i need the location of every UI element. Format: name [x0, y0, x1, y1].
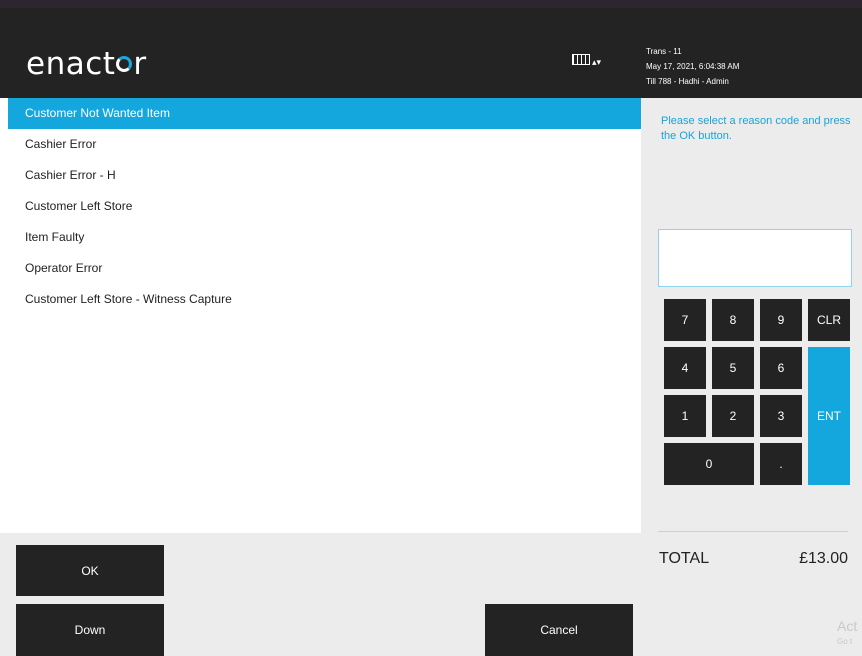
logo-ring-icon [116, 55, 133, 72]
key-2[interactable]: 2 [712, 395, 754, 437]
transaction-number: Trans - 11 [646, 47, 682, 56]
clear-button[interactable]: CLR [808, 299, 850, 341]
watermark-line: Act [837, 618, 858, 634]
watermark-subline: Go t [837, 637, 853, 646]
transaction-info: Trans - 11 May 17, 2021, 6:04:38 AM Till… [646, 44, 739, 89]
header-bar: enact r ▴▾ Trans - 11 May 17, 2021, 6:04:… [0, 8, 862, 98]
total-value: £13.00 [799, 550, 848, 567]
key-decimal[interactable]: . [760, 443, 802, 485]
key-5[interactable]: 5 [712, 347, 754, 389]
side-panel: Please select a reason code and press th… [641, 98, 862, 656]
keyboard-icon[interactable]: ▴▾ [572, 54, 601, 68]
action-bar: OK Down Cancel [0, 533, 641, 656]
key-7[interactable]: 7 [664, 299, 706, 341]
logo-text: enact [26, 46, 116, 82]
list-item[interactable]: Item Faulty [8, 222, 641, 253]
key-4[interactable]: 4 [664, 347, 706, 389]
list-item[interactable]: Cashier Error [8, 129, 641, 160]
enter-button[interactable]: ENT [808, 347, 850, 485]
list-item[interactable]: Cashier Error - H [8, 160, 641, 191]
list-item[interactable]: Customer Left Store - Witness Capture [8, 284, 641, 315]
total-label: TOTAL [659, 550, 710, 567]
key-1[interactable]: 1 [664, 395, 706, 437]
reason-code-list: Customer Not Wanted Item Cashier Error C… [8, 98, 641, 315]
transaction-datetime: May 17, 2021, 6:04:38 AM [646, 62, 740, 71]
down-button[interactable]: Down [16, 604, 164, 656]
key-0[interactable]: 0 [664, 443, 754, 485]
cancel-button[interactable]: Cancel [485, 604, 633, 656]
key-3[interactable]: 3 [760, 395, 802, 437]
list-item[interactable]: Customer Left Store [8, 191, 641, 222]
keyboard-keys-icon [572, 54, 590, 65]
updown-arrows-icon: ▴▾ [592, 57, 602, 67]
till-operator: Till 788 - Hadhi - Admin [646, 77, 729, 86]
title-strip [0, 0, 862, 8]
key-6[interactable]: 6 [760, 347, 802, 389]
ok-button[interactable]: OK [16, 545, 164, 596]
key-8[interactable]: 8 [712, 299, 754, 341]
prompt-message: Please select a reason code and press th… [661, 115, 851, 142]
list-item[interactable]: Customer Not Wanted Item [8, 98, 641, 129]
entry-field[interactable] [658, 229, 852, 287]
enactor-logo: enact r [26, 46, 147, 82]
list-item[interactable]: Operator Error [8, 253, 641, 284]
activation-watermark: Act Go t [837, 618, 857, 650]
key-9[interactable]: 9 [760, 299, 802, 341]
logo-text-end: r [133, 46, 147, 82]
divider [658, 531, 848, 532]
